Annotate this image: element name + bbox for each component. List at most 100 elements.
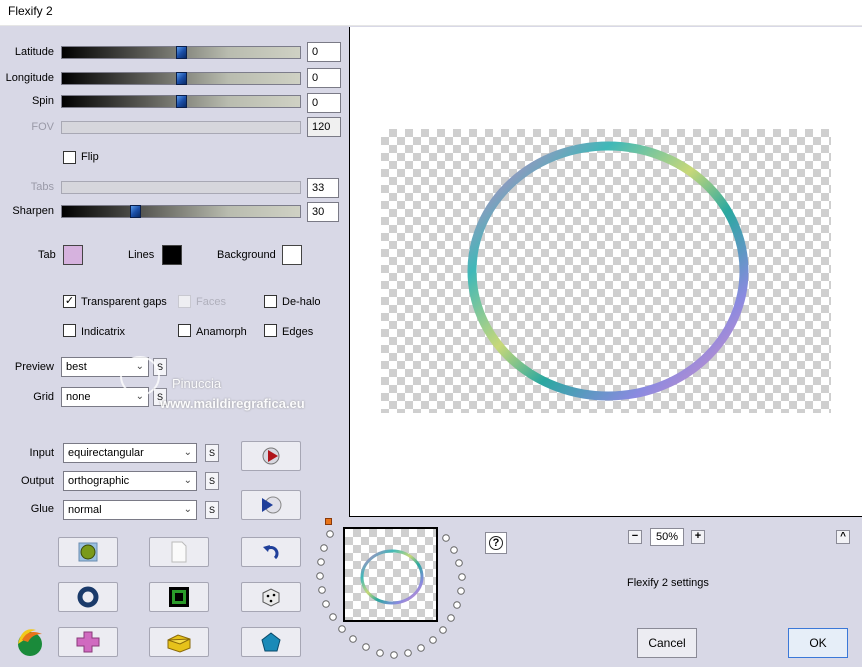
- ring-button[interactable]: [58, 582, 118, 612]
- play-icon: [262, 447, 280, 465]
- input-combo-label: Input: [29, 447, 54, 459]
- transparent-gaps-label: Transparent gaps: [81, 296, 167, 308]
- dice-button[interactable]: [241, 582, 301, 612]
- indicatrix-label: Indicatrix: [81, 326, 126, 338]
- glue-combo-value: normal: [68, 504, 102, 516]
- new-page-button[interactable]: [149, 537, 209, 567]
- zoom-in-button[interactable]: +: [691, 530, 705, 544]
- flip-checkbox[interactable]: [63, 151, 76, 164]
- fast-forward-icon: [262, 496, 282, 514]
- chevron-down-icon: ⌄: [183, 504, 192, 515]
- preview-pane[interactable]: [349, 27, 862, 517]
- longitude-slider[interactable]: [61, 72, 301, 85]
- undo-icon: [263, 545, 279, 560]
- glue-combo-label: Glue: [30, 503, 54, 515]
- lines-color-label: Lines: [128, 249, 155, 261]
- longitude-slider-thumb[interactable]: [176, 72, 187, 85]
- spin-slider[interactable]: [61, 95, 301, 108]
- fov-field: 120: [307, 117, 341, 137]
- cancel-button[interactable]: Cancel: [637, 628, 697, 658]
- fov-label: FOV: [31, 121, 54, 133]
- preview-combo-label: Preview: [14, 361, 54, 373]
- spin-label: Spin: [31, 95, 54, 107]
- input-combo[interactable]: equirectangular ⌄: [63, 443, 197, 463]
- sharpen-slider[interactable]: [61, 205, 301, 218]
- expand-up-button[interactable]: ^: [836, 530, 850, 544]
- window-title: Flexify 2: [8, 4, 53, 18]
- cube-icon: [167, 634, 191, 653]
- page-icon: [171, 541, 187, 563]
- background-color-swatch[interactable]: [282, 245, 302, 265]
- output-s-button[interactable]: S: [205, 472, 219, 490]
- glue-combo[interactable]: normal ⌄: [63, 500, 197, 520]
- globe-icon: [78, 542, 98, 562]
- random-preset-button[interactable]: [58, 537, 118, 567]
- input-s-button[interactable]: S: [205, 444, 219, 462]
- tabs-label: Tabs: [30, 181, 54, 193]
- longitude-label: Longitude: [5, 72, 54, 84]
- output-combo[interactable]: orthographic ⌄: [63, 471, 197, 491]
- grid-combo-value: none: [66, 391, 91, 403]
- pentagon-icon: [261, 632, 281, 652]
- cube-button[interactable]: [149, 627, 209, 657]
- preview-combo-value: best: [66, 361, 87, 373]
- output-combo-label: Output: [20, 475, 54, 487]
- navigator-dial-icon[interactable]: [310, 520, 475, 665]
- edges-checkbox[interactable]: [264, 324, 277, 337]
- de-halo-checkbox[interactable]: [264, 295, 277, 308]
- sharpen-label: Sharpen: [12, 205, 54, 217]
- tabs-field[interactable]: 33: [307, 178, 339, 198]
- tab-color-swatch[interactable]: [63, 245, 83, 265]
- flexify-logo-icon: [12, 624, 46, 658]
- undo-button[interactable]: [241, 537, 301, 567]
- glue-s-button[interactable]: S: [205, 501, 219, 519]
- lines-color-swatch[interactable]: [162, 245, 182, 265]
- zoom-out-button[interactable]: −: [628, 530, 642, 544]
- cross-icon: [76, 631, 100, 653]
- frame-button[interactable]: [149, 582, 209, 612]
- tabs-slider: [61, 181, 301, 194]
- transparent-gaps-checkbox[interactable]: ✓: [63, 295, 76, 308]
- faces-checkbox: [178, 295, 191, 308]
- flip-label: Flip: [81, 151, 99, 163]
- grid-combo-label: Grid: [33, 391, 54, 403]
- ok-button[interactable]: OK: [788, 628, 848, 658]
- spin-slider-thumb[interactable]: [176, 95, 187, 108]
- sharpen-slider-thumb[interactable]: [130, 205, 141, 218]
- title-bar: Flexify 2: [0, 0, 862, 26]
- indicatrix-checkbox[interactable]: [63, 324, 76, 337]
- edges-label: Edges: [282, 326, 314, 338]
- tab-color-label: Tab: [38, 249, 56, 261]
- dice-icon: [262, 588, 280, 607]
- latitude-field[interactable]: 0: [307, 42, 341, 62]
- de-halo-label: De-halo: [282, 296, 321, 308]
- anamorph-label: Anamorph: [196, 326, 247, 338]
- watermark-line1: Pinuccia: [172, 376, 222, 391]
- chevron-down-icon: ⌄: [183, 447, 192, 458]
- sharpen-field[interactable]: 30: [307, 202, 339, 222]
- pentagon-button[interactable]: [241, 627, 301, 657]
- faces-label: Faces: [196, 296, 226, 308]
- watermark-line2: www.maildiregrafica.eu: [160, 396, 305, 411]
- fov-slider: [61, 121, 301, 134]
- longitude-field[interactable]: 0: [307, 68, 341, 88]
- latitude-label: Latitude: [14, 46, 54, 58]
- play-button[interactable]: [241, 441, 301, 471]
- status-text: Flexify 2 settings: [627, 577, 709, 589]
- ring-preview: [467, 141, 749, 401]
- output-combo-value: orthographic: [68, 475, 130, 487]
- help-icon: ?: [489, 536, 503, 550]
- watermark-icon: [120, 356, 160, 396]
- cross-button[interactable]: [58, 627, 118, 657]
- anamorph-checkbox[interactable]: [178, 324, 191, 337]
- frame-icon: [169, 587, 189, 607]
- latitude-slider-thumb[interactable]: [176, 46, 187, 59]
- help-button[interactable]: ?: [485, 532, 507, 554]
- latitude-slider[interactable]: [61, 46, 301, 59]
- input-combo-value: equirectangular: [68, 447, 144, 459]
- spin-field[interactable]: 0: [307, 93, 341, 113]
- zoom-level: 50%: [650, 528, 684, 546]
- fast-forward-button[interactable]: [241, 490, 301, 520]
- background-color-label: Background: [217, 249, 276, 261]
- ring-icon: [77, 586, 99, 608]
